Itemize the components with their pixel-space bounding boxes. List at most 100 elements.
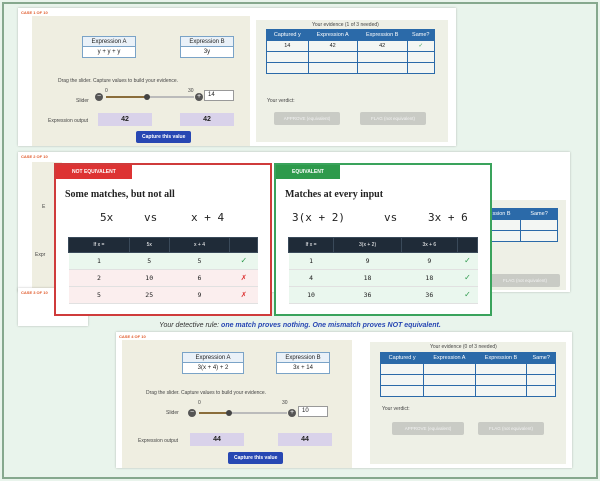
- expression-b-card: Expression B 3x + 14: [276, 352, 330, 374]
- rule-prefix: Your detective rule:: [159, 322, 222, 329]
- vs-label: vs: [144, 211, 158, 224]
- expression-a-header: Expression A: [83, 37, 135, 47]
- flag-button[interactable]: FLAG (not equivalent): [478, 422, 544, 435]
- output-a: 44: [190, 433, 244, 446]
- slider-thumb[interactable]: [226, 410, 232, 416]
- cell: 18: [333, 269, 402, 287]
- expression-output-label: Expression output: [48, 118, 89, 124]
- equivalent-tag: EQUIVALENT: [276, 165, 340, 179]
- slider-label: Slider: [76, 98, 89, 104]
- table-row: 5 25 9 ✗: [68, 286, 258, 304]
- check-icon: ✓: [229, 252, 258, 270]
- slider-min: 0: [105, 88, 108, 94]
- col-x: If x =: [68, 237, 130, 253]
- cross-icon: ✗: [229, 269, 258, 287]
- check-icon: ✓: [406, 40, 436, 52]
- table-row: 10 36 36 ✓: [288, 286, 478, 304]
- table-row: 1 5 5 ✓: [68, 252, 258, 270]
- side-letter: E: [42, 204, 46, 210]
- table-row: [481, 230, 558, 242]
- case-label: CASE 4 OF 10: [119, 334, 146, 339]
- table-row: [266, 51, 436, 63]
- table-row: 14 42 42 ✓: [266, 40, 436, 52]
- evidence-title: Your evidence (1 of 3 needed): [312, 22, 379, 28]
- cell: 5: [169, 252, 230, 270]
- expression-b-header: Expression B: [277, 353, 329, 363]
- flag-button[interactable]: FLAG (not equivalent): [490, 274, 560, 287]
- expression-a-header: Expression A: [183, 353, 243, 363]
- check-icon: ✓: [457, 286, 478, 304]
- cell: 4: [288, 269, 334, 287]
- capture-button[interactable]: Capture this value: [136, 131, 192, 143]
- slider-decrement-button[interactable]: −: [188, 409, 196, 417]
- expression-output-label: Expression output: [138, 438, 179, 444]
- slider-decrement-button[interactable]: −: [95, 93, 103, 101]
- detective-rule: Your detective rule: one match proves no…: [0, 322, 600, 329]
- col-expression-a: Expression A: [423, 352, 476, 364]
- col-expression-b: Expression B: [356, 29, 408, 41]
- expression-a-card: Expression A y + y + y: [82, 36, 136, 58]
- col-mark: [229, 237, 258, 253]
- expression-pane: Expression A 3(x + 4) + 2 Expression B 3…: [122, 340, 352, 468]
- expression-b-header: Expression B: [181, 37, 233, 47]
- col-same: Same?: [526, 352, 556, 364]
- cell: 42: [307, 40, 358, 52]
- evidence-table: ssion B Same?: [481, 208, 558, 242]
- not-equivalent-card: NOT EQUIVALENT Some matches, but not all…: [54, 163, 272, 316]
- slider-value-input[interactable]: 10: [298, 406, 328, 417]
- comparison-table: If x = 5x x + 4 1 5 5 ✓ 2 10 6 ✗ 5 25 9 …: [68, 237, 258, 304]
- col-expr-b: 3x + 6: [401, 237, 458, 253]
- output-a: 42: [98, 113, 152, 126]
- cell: 2: [68, 269, 130, 287]
- expression-right: x + 4: [191, 211, 225, 224]
- verdict-label: Your verdict:: [267, 98, 295, 104]
- comparison-table: If x = 3(x + 2) 3x + 6 1 9 9 ✓ 4 18 18 ✓…: [287, 237, 479, 304]
- not-equivalent-tag: NOT EQUIVALENT: [56, 165, 132, 179]
- slider-increment-button[interactable]: +: [195, 93, 203, 101]
- cell: 36: [333, 286, 402, 304]
- cell: 1: [68, 252, 130, 270]
- flag-button[interactable]: FLAG (not equivalent): [360, 112, 426, 125]
- slider-fill: [106, 96, 147, 98]
- evidence-pane: Your evidence (1 of 3 needed) Captured y…: [256, 20, 448, 142]
- expression-left: 5x: [100, 211, 114, 224]
- cell: 18: [401, 269, 458, 287]
- cell: 42: [356, 40, 408, 52]
- evidence-title: Your evidence (0 of 3 needed): [430, 344, 497, 350]
- slider-max: 30: [188, 88, 194, 94]
- card-title: Some matches, but not all: [65, 189, 175, 200]
- col-captured: Captured y: [266, 29, 309, 41]
- equivalent-card: EQUIVALENT Matches at every input 3(x + …: [274, 163, 492, 316]
- table-row: [379, 385, 556, 397]
- cell: 9: [333, 252, 402, 270]
- expression-left: 3(x + 2): [292, 211, 345, 224]
- slider-min: 0: [198, 400, 201, 406]
- expression-a-value: y + y + y: [97, 49, 121, 55]
- case-1-panel: CASE 1 OF 10 Expression A y + y + y Expr…: [18, 8, 456, 146]
- col-mark: [456, 237, 479, 253]
- slider-increment-button[interactable]: +: [288, 409, 296, 417]
- cell: 10: [129, 269, 170, 287]
- case-4-panel: CASE 4 OF 10 Expression A 3(x + 4) + 2 E…: [116, 332, 572, 468]
- expression-b-card: Expression B 3y: [180, 36, 234, 58]
- approve-button[interactable]: APPROVE (equivalent): [392, 422, 464, 435]
- table-row: [379, 374, 556, 386]
- evidence-table: Captured y Expression A Expression B Sam…: [379, 352, 556, 397]
- rule-emphasis: one match proves nothing. One mismatch p…: [221, 322, 441, 329]
- vs-label: vs: [384, 211, 398, 224]
- cell: 25: [129, 286, 170, 304]
- capture-button[interactable]: Capture this value: [228, 452, 284, 464]
- slider-thumb[interactable]: [144, 94, 150, 100]
- approve-button[interactable]: APPROVE (equivalent): [274, 112, 340, 125]
- table-row: [481, 219, 558, 231]
- case-label: CASE 2 OF 10: [21, 154, 48, 159]
- table-row: 2 10 6 ✗: [68, 269, 258, 287]
- col-captured: Captured y: [379, 352, 425, 364]
- side-text: Expr: [35, 252, 46, 258]
- case-label: CASE 1 OF 10: [21, 10, 48, 15]
- table-row: 1 9 9 ✓: [288, 252, 478, 270]
- card-title: Matches at every input: [285, 189, 384, 200]
- slider-value-input[interactable]: 14: [204, 90, 234, 101]
- cross-icon: ✗: [229, 286, 258, 304]
- expression-a-value: 3(x + 4) + 2: [197, 365, 229, 371]
